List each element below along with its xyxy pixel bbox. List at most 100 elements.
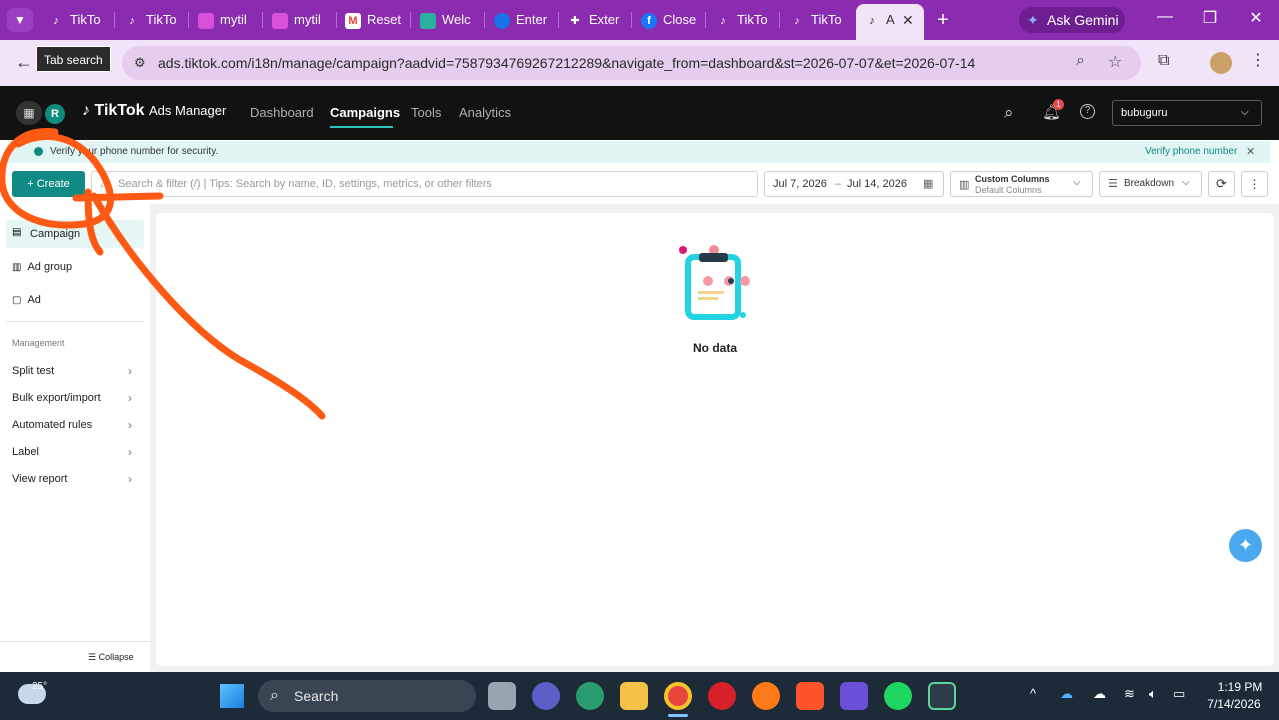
browser-tab[interactable]: mytil (272, 6, 332, 34)
onedrive-cloud-icon[interactable]: ☁ (1060, 686, 1073, 702)
new-tab-button[interactable]: + (932, 7, 954, 33)
browser-tab[interactable]: ♪ TikTo (789, 6, 849, 34)
app-icon (198, 12, 214, 29)
verify-phone-link[interactable]: Verify phone number (1145, 141, 1237, 163)
search-icon[interactable]: ⌕ (1004, 103, 1014, 123)
nav-analytics[interactable]: Analytics (459, 86, 511, 140)
app-icon[interactable] (840, 682, 868, 710)
firefox-icon[interactable] (752, 682, 780, 710)
tiktok-icon: ♪ (129, 14, 135, 27)
bookmark-star-icon[interactable]: ☆ (1108, 52, 1122, 72)
account-selector[interactable]: bubuguru ⌵ (1112, 100, 1262, 126)
sidebar-item-label[interactable]: Label (12, 446, 39, 458)
tiktok-icon: ♪ (869, 14, 875, 27)
tab-search-button[interactable]: ▼ (7, 8, 33, 32)
browser-tab[interactable]: f Close (641, 6, 701, 34)
chevron-up-icon[interactable]: ^ (1030, 686, 1036, 701)
tab-separator (410, 12, 411, 28)
clock-date[interactable]: 7/14/2026 (1202, 697, 1266, 711)
nav-tools[interactable]: Tools (411, 86, 441, 140)
extensions-icon[interactable]: ⧉ (1158, 52, 1169, 70)
profile-avatar[interactable] (1210, 52, 1232, 74)
wifi-icon[interactable]: ≋ (1124, 686, 1135, 702)
avatar[interactable]: R (45, 104, 65, 124)
verify-phone-banner: Verify your phone number for security. V… (8, 141, 1270, 163)
search-icon: ⌕ (100, 177, 107, 191)
custom-columns-dropdown[interactable]: ▥ Custom Columns Default Columns ⌵ (950, 171, 1093, 197)
chevron-right-icon: › (128, 391, 132, 405)
restore-icon[interactable]: ❐ (1195, 8, 1225, 28)
browser-tab-active[interactable]: ♪ A ✕ (856, 4, 924, 40)
columns-icon: ▥ (959, 179, 970, 191)
ask-gemini-button[interactable]: ✦ Ask Gemini (1019, 7, 1125, 33)
sidebar-item-split-test[interactable]: Split test (12, 365, 54, 377)
browser-tab[interactable]: mytil (198, 6, 258, 34)
browser-tab[interactable]: M Reset (345, 6, 405, 34)
close-icon[interactable]: ✕ (1246, 141, 1255, 163)
ai-assistant-sparkle-icon[interactable]: ✦ (1229, 529, 1262, 562)
address-bar[interactable]: ⚙ ads.tiktok.com/i18n/manage/campaign?aa… (122, 46, 1141, 80)
breakdown-dropdown[interactable]: ☰ Breakdown ⌵ (1099, 171, 1202, 197)
banner-text: Verify your phone number for security. (50, 146, 219, 157)
collapse-icon: ☰ (88, 652, 97, 662)
search-filter-input[interactable]: ⌕ Search & filter (/) | Tips: Search by … (91, 171, 758, 197)
brave-icon[interactable] (796, 682, 824, 710)
sidebar-item-automated-rules[interactable]: Automated rules (12, 419, 92, 431)
meet-icon[interactable] (532, 682, 560, 710)
windows-start-icon[interactable] (220, 684, 244, 708)
tab-separator (484, 12, 485, 28)
gemini-sparkle-icon: ✦ (1027, 12, 1039, 28)
clock-time[interactable]: 1:19 PM (1210, 680, 1270, 694)
more-menu-icon[interactable]: ⋮ (1250, 50, 1266, 70)
sidebar-item-view-report[interactable]: View report (12, 473, 67, 485)
campaign-icon: ▤ (12, 227, 22, 238)
task-view-icon[interactable] (488, 682, 516, 710)
edge-icon[interactable] (576, 682, 604, 710)
url-text[interactable]: ads.tiktok.com/i18n/manage/campaign?aadv… (158, 46, 975, 80)
empty-state-illustration (679, 245, 750, 320)
back-arrow-icon[interactable]: ← (12, 50, 36, 74)
browser-tab[interactable]: Enter (494, 6, 554, 34)
help-icon[interactable]: ? (1080, 104, 1095, 119)
cloud-sync-icon[interactable]: ☁ (1093, 686, 1106, 702)
active-app-indicator (668, 714, 688, 717)
plus-icon: + (27, 178, 34, 190)
browser-toolbar: ← ⚙ ads.tiktok.com/i18n/manage/campaign?… (0, 40, 1279, 86)
collapse-button[interactable]: ☰ Collapse (88, 652, 134, 663)
sidebar-item-ad[interactable]: ▢ Ad (12, 294, 41, 306)
nav-dashboard[interactable]: Dashboard (250, 86, 314, 140)
nav-campaigns[interactable]: Campaigns (330, 86, 400, 140)
browser-tab[interactable]: ✚ Exter (567, 6, 627, 34)
file-explorer-icon[interactable] (620, 682, 648, 710)
media-player-icon[interactable] (928, 682, 956, 710)
app-grid-icon[interactable]: ▦ (16, 101, 42, 125)
refresh-button[interactable]: ⟳ (1208, 171, 1235, 197)
more-options-button[interactable]: ⋮ (1241, 171, 1268, 197)
opera-icon[interactable] (708, 682, 736, 710)
zoom-search-icon[interactable]: ⌕ (1076, 52, 1085, 70)
close-tab-icon[interactable]: ✕ (902, 4, 914, 36)
spotify-icon[interactable] (884, 682, 912, 710)
close-window-icon[interactable]: ✕ (1241, 8, 1271, 28)
sidebar-item-campaign[interactable]: ▤ Campaign (6, 220, 144, 248)
browser-tab[interactable]: ♪ TikTo (124, 6, 184, 34)
sidebar-item-bulk-export[interactable]: Bulk export/import (12, 392, 101, 404)
tab-separator (262, 12, 263, 28)
minimize-icon[interactable]: — (1150, 8, 1180, 26)
volume-muted-icon[interactable]: 🔈︎ (1149, 686, 1157, 702)
browser-tab[interactable]: ♪ TikTo (715, 6, 775, 34)
divider (6, 321, 144, 322)
tab-separator (558, 12, 559, 28)
sidebar-item-ad-group[interactable]: ▥ Ad group (12, 261, 72, 273)
create-button[interactable]: + Create (12, 171, 85, 197)
refresh-icon: ⟳ (1216, 176, 1227, 191)
browser-tab[interactable]: Welc (420, 6, 480, 34)
chevron-right-icon: › (128, 364, 132, 378)
battery-icon[interactable]: ▭ (1173, 686, 1185, 702)
chrome-icon[interactable] (664, 682, 692, 710)
tiktok-logo[interactable]: ♪ TikTok Ads Manager (82, 102, 226, 120)
taskbar-search[interactable]: ⌕ Search (258, 680, 476, 712)
site-settings-icon[interactable]: ⚙ (134, 55, 146, 71)
date-range-picker[interactable]: Jul 7, 2026 – Jul 14, 2026 ▦ (764, 171, 944, 197)
browser-tab[interactable]: ♪ TikTo (48, 6, 108, 34)
